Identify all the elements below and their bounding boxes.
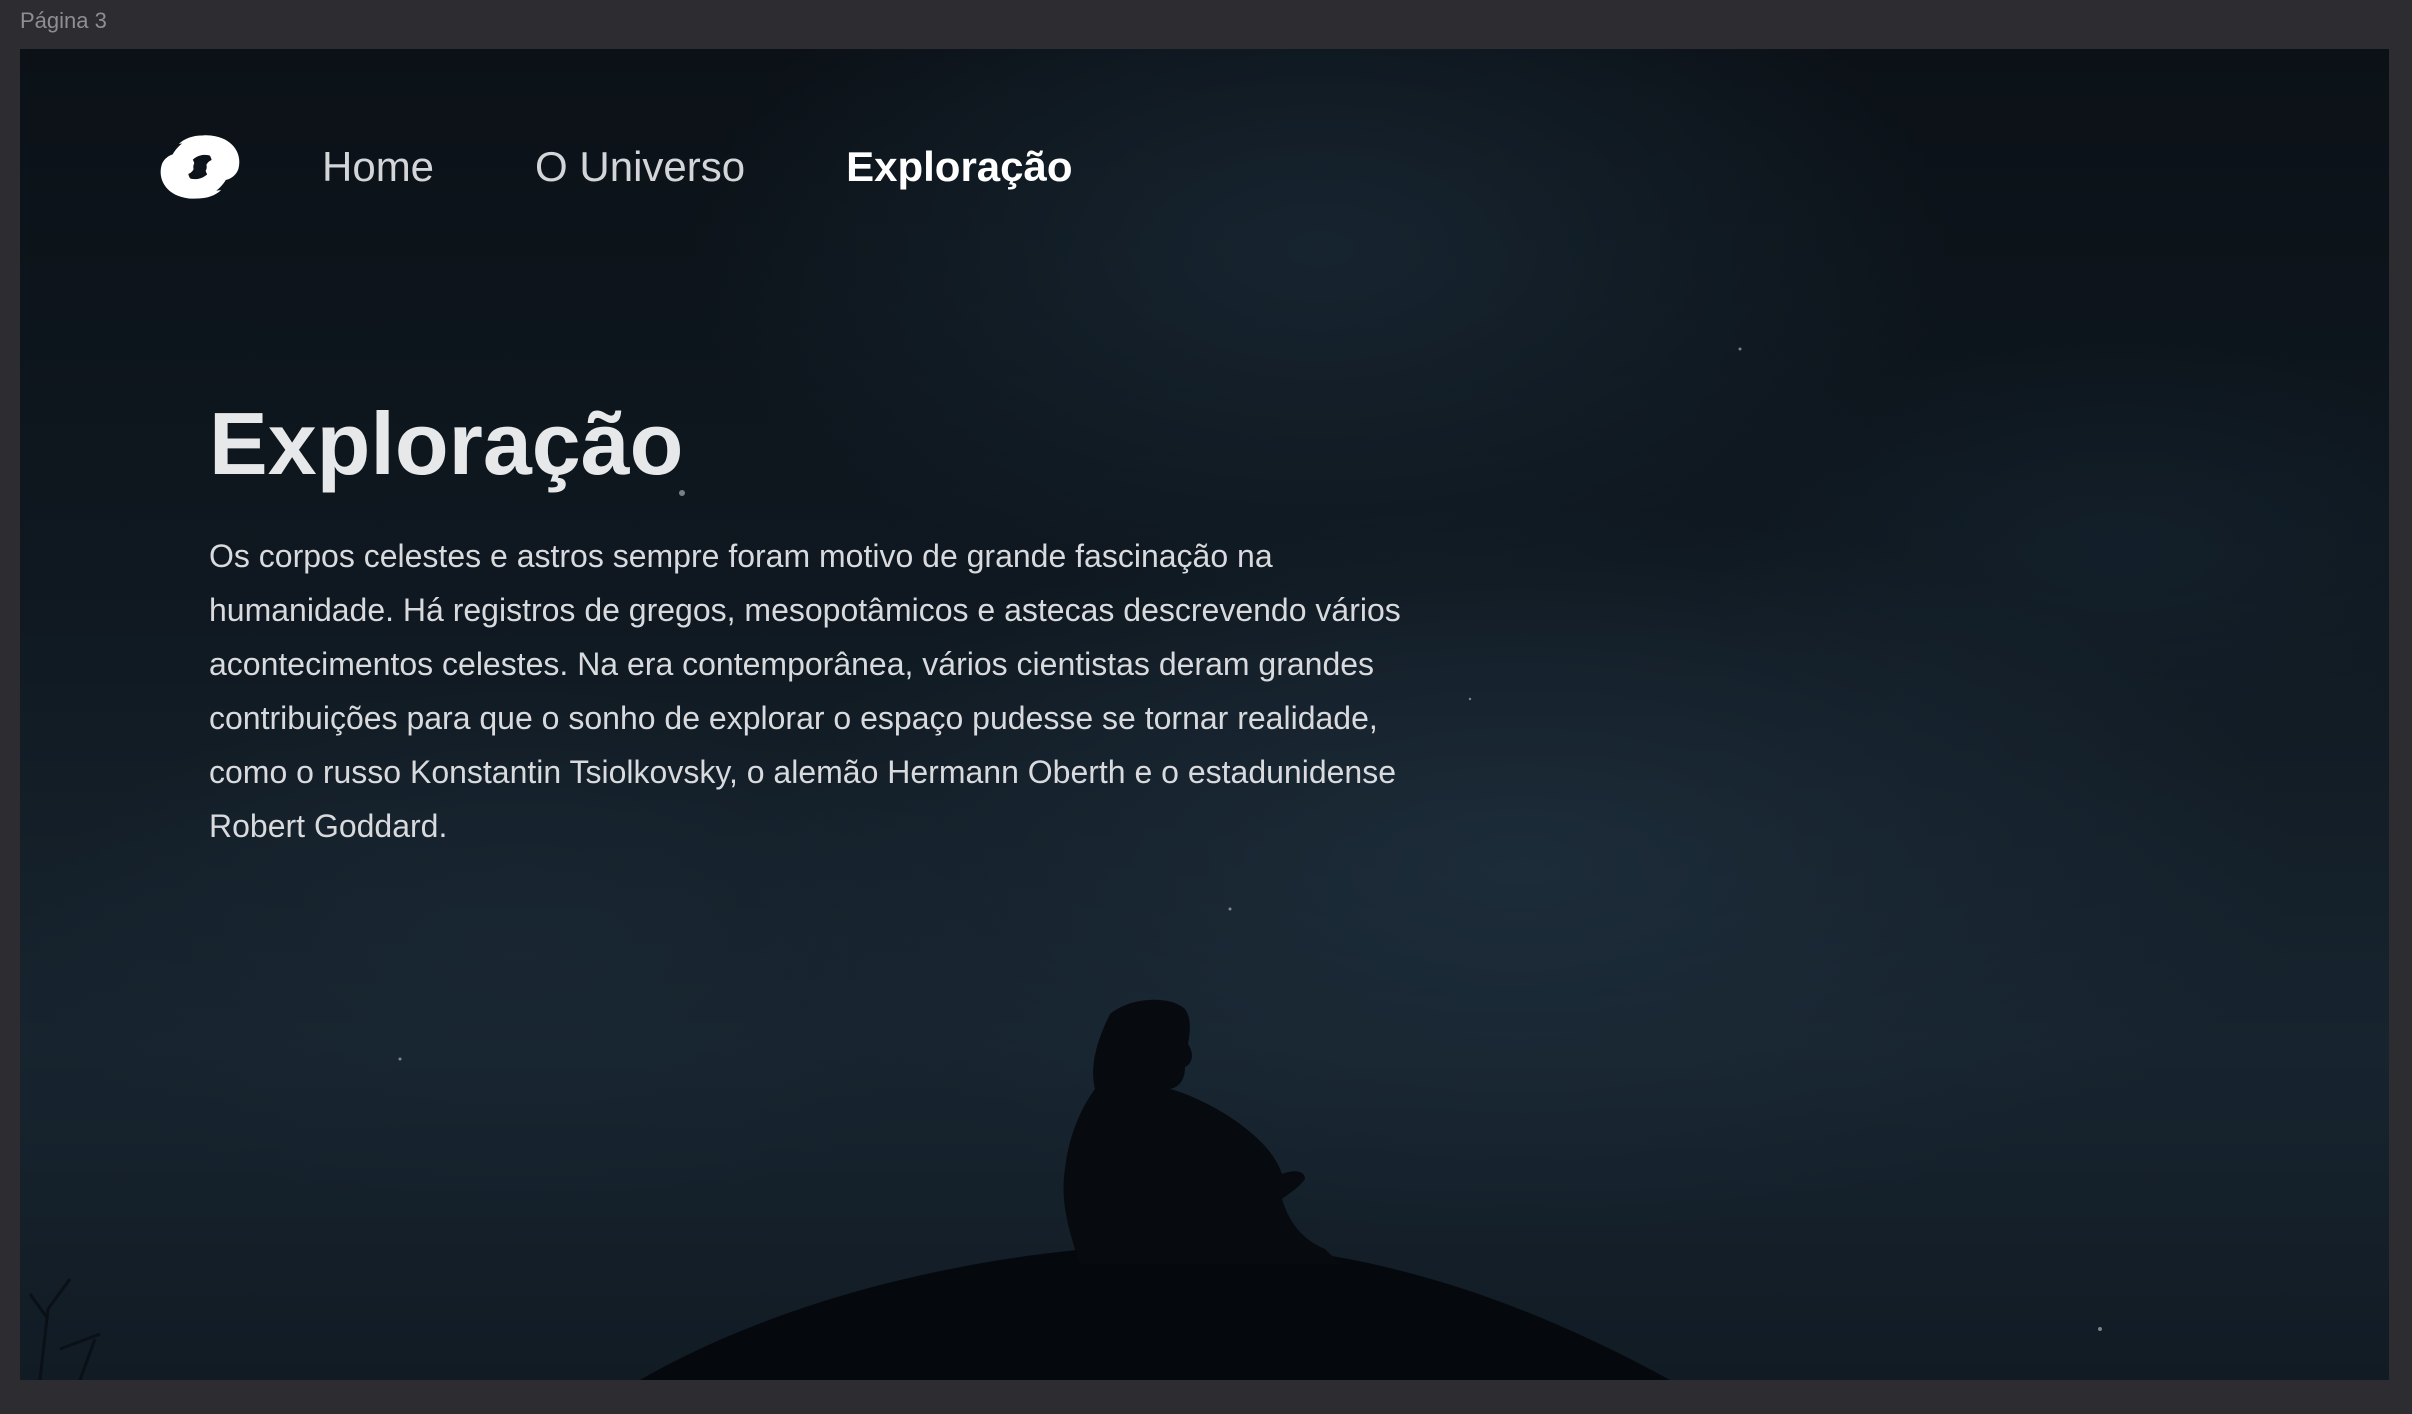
main-navigation: Home O Universo Exploração xyxy=(152,117,1073,217)
nav-exploration-link[interactable]: Exploração xyxy=(846,142,1072,192)
page-label: Página 3 xyxy=(20,8,107,33)
page-title: Exploração xyxy=(209,394,684,493)
hill-silhouette xyxy=(640,1243,1670,1380)
person-silhouette xyxy=(1063,999,1340,1264)
hero-section: Exploração Os corpos celestes e astros s… xyxy=(209,389,1439,853)
nav-home-link[interactable]: Home xyxy=(322,142,434,192)
hero-description: Os corpos celestes e astros sempre foram… xyxy=(209,538,1401,844)
page-frame: Home O Universo Exploração Exploração Os… xyxy=(20,49,2389,1380)
spiral-galaxy-icon[interactable] xyxy=(152,119,248,215)
plant-silhouette xyxy=(28,1278,101,1380)
nav-universe-link[interactable]: O Universo xyxy=(535,142,745,192)
